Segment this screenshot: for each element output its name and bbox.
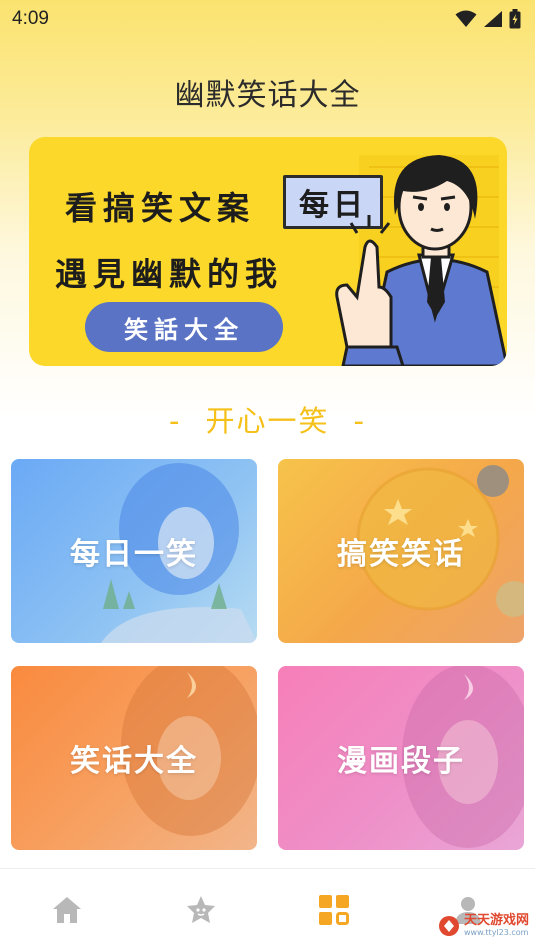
banner-line1: 看搞笑文案 — [65, 189, 256, 227]
watermark-text: 天天游戏网 — [463, 913, 529, 928]
home-icon — [52, 897, 81, 923]
card-joke-collection[interactable]: 笑话大全 — [11, 666, 257, 850]
watermark-logo-icon — [438, 915, 459, 936]
wifi-icon — [455, 10, 477, 27]
section-title-left-dash: - — [169, 404, 182, 438]
banner-line2: 遇見幽默的我 — [55, 255, 284, 293]
grid-icon — [319, 895, 350, 925]
section-title-text: 开心一笑 — [205, 404, 330, 438]
section-title: - 开心一笑 - — [0, 398, 535, 440]
card-comic-jokes[interactable]: 漫画段子 — [278, 666, 524, 850]
status-icons — [455, 9, 521, 29]
card-daily-laugh[interactable]: 每日一笑 — [11, 459, 257, 643]
card-label: 笑话大全 — [70, 744, 198, 779]
card-label: 漫画段子 — [337, 744, 465, 779]
battery-icon — [509, 9, 521, 29]
card-funny-jokes[interactable]: 搞笑笑话 — [278, 459, 524, 643]
signal-icon — [484, 11, 502, 27]
card-label: 每日一笑 — [70, 537, 198, 572]
status-bar: 4:09 — [0, 0, 535, 38]
banner-pill: 笑話大全 — [85, 302, 283, 352]
card-label: 搞笑笑话 — [337, 537, 465, 572]
watermark-url: www.ttyl23.com — [463, 928, 529, 937]
app-title: 幽默笑话大全 — [174, 78, 361, 113]
watermark: 天天游戏网 www.ttyl23.com — [438, 914, 529, 937]
nav-item-home[interactable] — [37, 880, 97, 940]
nav-item-fun[interactable] — [171, 880, 231, 940]
banner[interactable]: 看搞笑文案 每日 遇見幽默的我 笑話大全 — [29, 137, 507, 366]
star-face-icon — [186, 896, 215, 923]
nav-item-categories[interactable] — [304, 880, 364, 940]
status-time: 4:09 — [12, 8, 49, 29]
cartoon-man-illustration — [335, 155, 507, 366]
section-title-right-dash: - — [353, 404, 366, 438]
bottom-nav — [0, 868, 535, 951]
